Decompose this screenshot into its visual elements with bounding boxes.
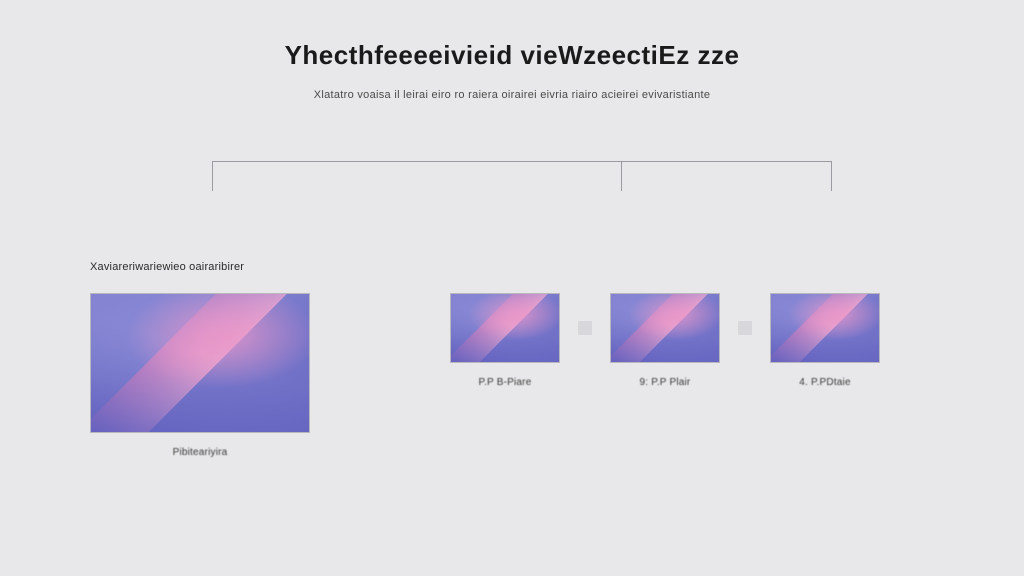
page-subtitle: Xlatatro voaisa il leirai eiro ro raiera… [90,89,934,101]
thumbnail-small[interactable] [450,293,560,363]
thumbnail-caption: P.P B-Piare [479,377,532,388]
thumbnail-card-large: Pibiteariyira [90,293,310,458]
thumbnail-large[interactable] [90,293,310,433]
thumbnail-card-small-2: 4. P.PDtaie [770,293,880,388]
thumbnail-small[interactable] [770,293,880,363]
bracket-diagram [212,161,832,221]
thumbnail-card-small-1: 9: P.P Plair [610,293,720,388]
thumbnail-card-small-0: P.P B-Piare [450,293,560,388]
page-title: Yhecthfeeeeivieid vieWzeectiEz zze [90,40,934,71]
connector-icon [738,321,752,335]
thumbnail-caption: Pibiteariyira [173,447,228,458]
thumbnail-small[interactable] [610,293,720,363]
thumbnail-row: Pibiteariyira P.P B-Piare 9: P.P Plair 4… [90,293,934,458]
thumbnail-caption: 4. P.PDtaie [799,377,851,388]
thumbnail-caption: 9: P.P Plair [640,377,691,388]
connector-icon [578,321,592,335]
section-label: Xaviareriwariewieo oairaribirer [90,261,934,273]
